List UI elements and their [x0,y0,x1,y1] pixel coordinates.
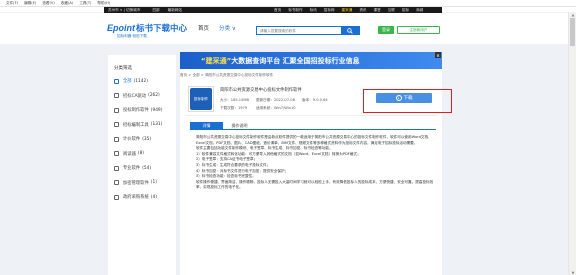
description-paragraph: 软件操作便捷、界面简洁，操作顺畅，投标人无需投入大量时间学习就可以轻松上手，有效… [196,179,434,190]
highlight-box [363,89,452,113]
sidebar-item-count: (54) [142,165,152,171]
topbar-nav-item[interactable]: 课堂 [374,8,381,13]
book-icon [114,151,119,157]
sidebar-item-label: 计价软件 [123,137,141,143]
sidebar-item-count: (8) [137,151,144,157]
category-sidebar: 分类筛选 全部 (1142) 招标CA驱动 (262) 投标制作软件 (949)… [108,55,176,275]
topbar-nav-item-highlight[interactable]: 建采通 [342,8,353,13]
sidebar-item-ca-driver[interactable]: 招标CA驱动 (262) [108,89,176,104]
sidebar-item-label: 投标制作软件 [123,108,149,114]
register-button[interactable]: 注册新用户 [397,26,440,34]
sidebar-item-tender-tool[interactable]: 招标编制工具 (131) [108,118,176,133]
search-button[interactable] [341,27,359,34]
tool-icon [114,107,119,113]
description-paragraph: 简阳市公共资源交易中心投标文件制作软件是由新点软件提供的一款适用于简阳市公共资源… [196,135,432,145]
site-logo[interactable]: Epoint 标书下载中心 [107,22,187,34]
logo-cn: 标书下载中心 [136,24,188,34]
logo-tagline: 招标利器 轻松下载 [117,34,147,38]
sidebar-item-procurement[interactable]: 政府采购系统 (4) [108,190,176,205]
search-input[interactable] [257,27,341,34]
topbar-nav-item[interactable]: 招标网 [324,8,335,13]
topbar-link[interactable]: 最新网站 [168,8,182,13]
ad-banner[interactable]: “建采通” 大数据查询平台 汇聚全国招投标行业信息 × [180,52,442,69]
topbar-nav-item[interactable]: 标书制作 [288,8,302,13]
topbar-nav: 首页 标书制作 标讯 招标网 建采通 资讯 课堂 互联 招标 商城 [274,8,423,13]
sidebar-item-count: (949) [150,107,163,113]
menu-favorites[interactable]: 收藏(A) [61,1,73,6]
sidebar-item-label: 阅读器 [123,151,136,157]
sidebar-item-count: (1142) [133,78,148,84]
building-icon [114,194,119,200]
sidebar-item-encryption[interactable]: 加密管理软件 (1) [108,176,176,191]
nav-home[interactable]: 首页 [198,24,209,32]
sidebar-item-label: 专业软件 [123,166,141,172]
city-switch[interactable]: 苏州市 ∨ | 切换城市 [108,8,140,13]
app-icon: 投标制作 [188,86,214,112]
topbar-nav-item[interactable]: 招标 [402,8,409,13]
sidebar-item-label: 加密管理软件 [123,180,149,186]
grid-icon [114,78,119,84]
menu-help[interactable]: 帮助(H) [97,1,110,6]
tab-instructions[interactable]: 操作说明 [223,122,256,129]
topbar-nav-item[interactable]: 资讯 [359,8,366,13]
software-description: 简阳市公共资源交易中心投标文件制作软件是由新点软件提供的一款适用于简阳市公共资源… [196,135,434,191]
search-icon [347,27,353,34]
app-icon-inner: 投标制作 [190,88,212,110]
scrollbar-thumb[interactable] [570,18,575,46]
detail-tabs: 详情 操作说明 [190,122,256,129]
close-icon[interactable]: × [435,52,441,58]
sidebar-item-label: 政府采购系统 [123,195,149,201]
login-button[interactable]: 登录 [378,26,394,34]
sidebar-item-count: (262) [148,93,160,99]
software-platform: 适用系统：Win7/Win10 [256,106,296,110]
tab-details[interactable]: 详情 [190,122,223,129]
nav-category[interactable]: 分类 ∨ [219,24,236,32]
sidebar-title: 分类筛选 [114,66,132,71]
topbar-nav-item[interactable]: 互联 [388,8,395,13]
banner-text: 大数据查询平台 汇聚全国招投标行业信息 [231,56,360,65]
software-title: 简阳市公共资源交易中心投标文件制作软件 [220,88,302,93]
main-nav: 首页 分类 ∨ [198,24,236,32]
sidebar-item-all[interactable]: 全部 (1142) [108,74,176,89]
scroll-down-icon[interactable]: ▼ [569,270,576,275]
sidebar-item-count: (35) [142,136,152,142]
sidebar-item-reader[interactable]: 阅读器 (8) [108,147,176,162]
sidebar-item-count: (131) [150,122,163,128]
menu-view[interactable]: 查看(V) [42,1,54,6]
sidebar-item-professional[interactable]: 专业软件 (54) [108,161,176,176]
topbar-nav-item[interactable]: 标讯 [310,8,317,13]
software-meta-row: 下载次数：1979 适用系统：Win7/Win10 [220,106,296,111]
logo-en: Epoint [107,23,135,33]
software-update-date: 更新日期：2022-07-08 [256,98,295,102]
topbar-nav-item[interactable]: 商城 [416,8,423,13]
sidebar-item-count: (4) [150,194,157,200]
sidebar-item-bid-tool[interactable]: 投标制作软件 (949) [108,103,176,118]
menu-file[interactable]: 文件(F) [6,1,18,6]
menu-edit[interactable]: 编辑(E) [24,1,36,6]
software-meta-row: 大小：185.15MB 更新日期：2022-07-08 版本：9.0.0.64 [220,98,328,103]
sidebar-item-label: 招标CA驱动 [123,93,147,99]
software-size: 大小：185.15MB [220,98,249,102]
topbar-nav-item[interactable]: 首页 [274,8,281,13]
key-icon [114,93,119,99]
sidebar-item-label: 全部 [123,79,132,85]
sidebar-item-count: (1) [150,180,157,186]
scroll-up-icon[interactable]: ▲ [569,12,576,17]
menu-tools[interactable]: 工具(T) [79,1,91,6]
download-count: 下载次数：1979 [220,106,248,110]
software-version: 版本：9.0.0.64 [302,98,328,102]
page-scrollbar[interactable]: ▲ ▼ [568,12,576,275]
tool-icon [114,122,119,128]
calc-icon [114,136,119,142]
breadcrumb[interactable]: 首页 > 全部 > 简阳市公共资源交易中心投标文件制作软件 [180,73,273,78]
tab-underline [190,129,436,130]
browser-menubar: 文件(F) 编辑(E) 查看(V) 收藏(A) 工具(T) 帮助(H) [0,0,576,7]
topbar-link[interactable]: 四部 [152,8,159,13]
banner-highlight: “建采通” [201,56,232,65]
sidebar-item-label: 招标编制工具 [123,122,149,128]
box-icon [114,165,119,171]
search-box [256,26,360,35]
sidebar-item-pricing[interactable]: 计价软件 (35) [108,132,176,147]
lock-icon [114,180,119,186]
